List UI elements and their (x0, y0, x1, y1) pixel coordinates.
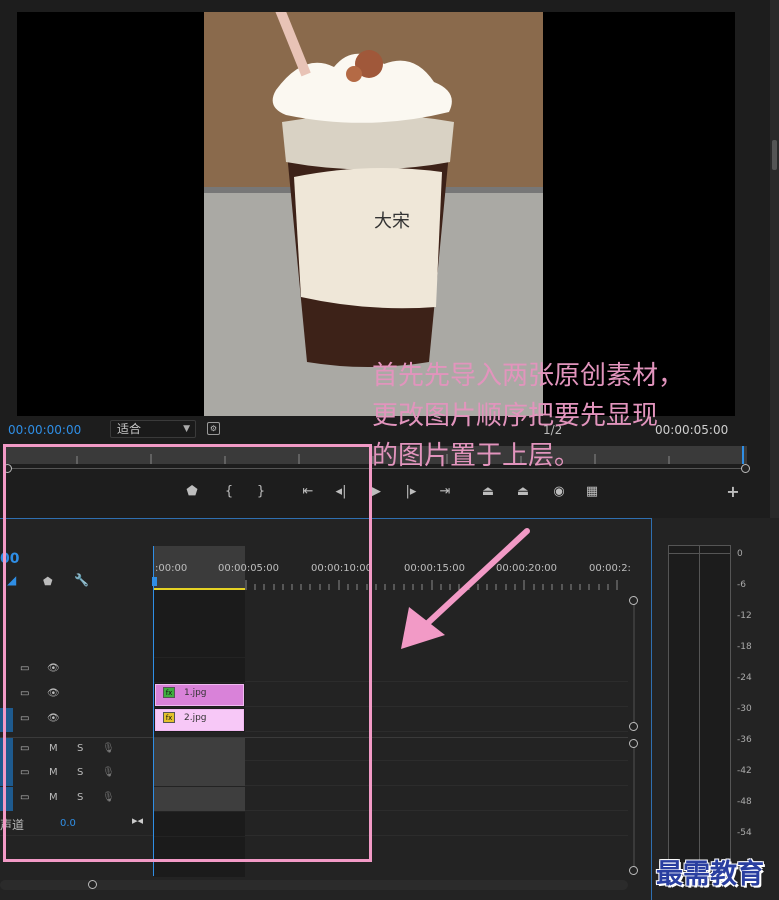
export-frame-icon[interactable]: ◉ (547, 480, 571, 504)
svg-text:大宋: 大宋 (374, 211, 410, 232)
meter-peak-line (668, 553, 731, 554)
db-label: -24 (737, 673, 752, 683)
annotation-line: 的图片置于上层。 (372, 441, 581, 471)
scroll-track[interactable] (633, 605, 635, 725)
db-label: -42 (737, 766, 752, 776)
chevron-down-icon: ▼ (183, 424, 190, 434)
db-label: -18 (737, 642, 752, 652)
annotation-line: 更改图片顺序把要先显现 (372, 401, 659, 431)
hscroll-handle[interactable] (88, 880, 97, 889)
add-button-icon[interactable]: + (721, 480, 745, 504)
annotation-text: 首先先导入两张原创素材， 更改图片顺序把要先显现 的图片置于上层。 (372, 356, 779, 476)
watermark-logo: 最需教育 (656, 859, 764, 890)
db-label: -12 (737, 611, 752, 621)
scroll-handle[interactable] (629, 722, 638, 731)
go-to-out-icon[interactable]: ⇥ (433, 480, 457, 504)
annotation-line: 首先先导入两张原创素材， (372, 361, 685, 391)
ruler-label: 00:00:2: (589, 563, 631, 574)
scroll-handle[interactable] (629, 739, 638, 748)
vertical-scrollbar[interactable] (628, 596, 640, 876)
db-label: 0 (737, 549, 743, 559)
scroll-handle[interactable] (629, 866, 638, 875)
scroll-handle[interactable] (629, 596, 638, 605)
current-timecode[interactable]: 00:00:00:00 (8, 423, 81, 437)
settings-wrench-icon[interactable]: ⚙ (207, 422, 220, 435)
db-label: -48 (737, 797, 752, 807)
annotation-arrow (401, 528, 530, 649)
db-label: -6 (737, 580, 746, 590)
db-label: -36 (737, 735, 752, 745)
db-label: -54 (737, 828, 752, 838)
step-forward-icon[interactable]: |▸ (399, 480, 423, 504)
highlight-box (3, 444, 372, 862)
scroll-track[interactable] (633, 748, 635, 866)
lift-icon[interactable]: ⏏ (476, 480, 500, 504)
comparison-icon[interactable]: ▦ (580, 480, 604, 504)
db-label: -30 (737, 704, 752, 714)
extract-icon[interactable]: ⏏ (511, 480, 535, 504)
fit-zoom-select[interactable]: 适合 ▼ (110, 420, 196, 438)
scroll-thumb[interactable] (772, 140, 777, 170)
meter-divider (699, 545, 700, 885)
fit-select-value: 适合 (117, 422, 142, 436)
